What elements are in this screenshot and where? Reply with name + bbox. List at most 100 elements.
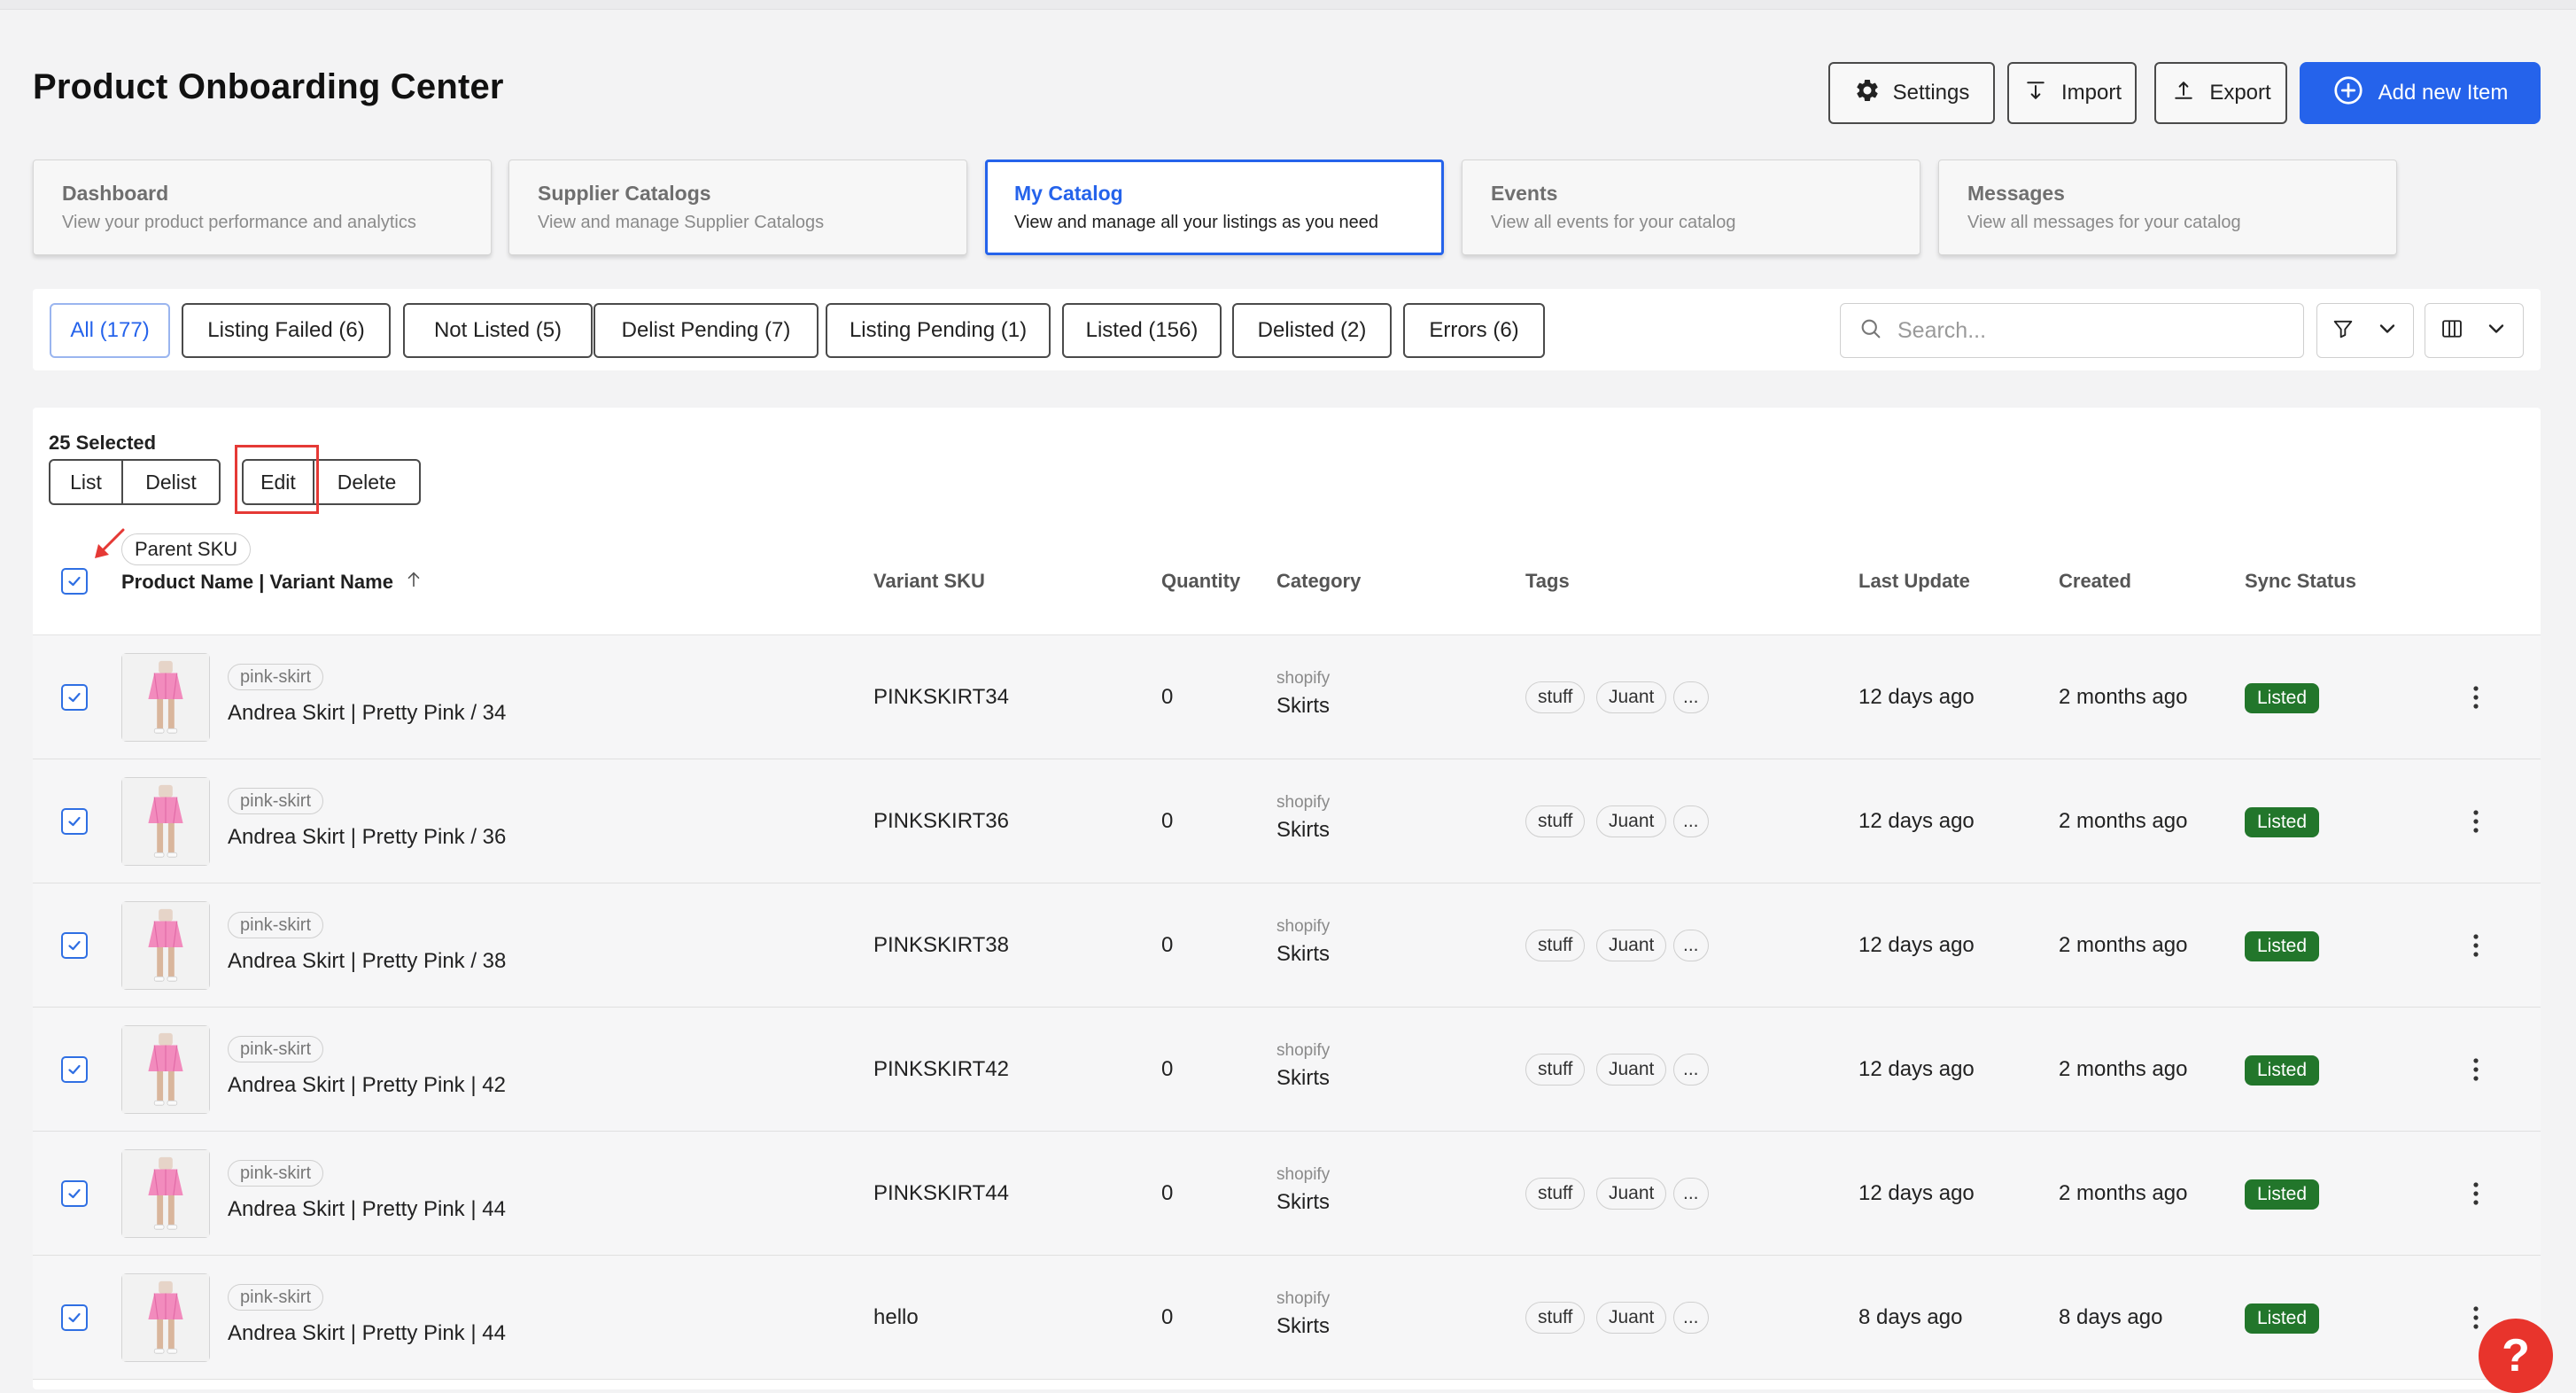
tag-more-chip[interactable]: ... — [1673, 1302, 1709, 1334]
column-header-quantity[interactable]: Quantity — [1161, 570, 1240, 593]
nav-card-dashboard[interactable]: Dashboard View your product performance … — [33, 160, 492, 255]
row-checkbox[interactable] — [61, 808, 88, 835]
row-checkbox[interactable] — [61, 684, 88, 711]
tag-chip[interactable]: stuff — [1525, 1054, 1586, 1086]
tag-chip[interactable]: Juant — [1596, 1054, 1667, 1086]
tag-chip[interactable]: Juant — [1596, 681, 1667, 713]
filter-all[interactable]: All (177) — [50, 303, 170, 358]
quantity: 0 — [1161, 1181, 1174, 1205]
nav-card-messages[interactable]: Messages View all messages for your cata… — [1938, 160, 2397, 255]
product-thumbnail[interactable] — [121, 1273, 210, 1362]
tag-more-chip[interactable]: ... — [1673, 805, 1709, 837]
table-row[interactable]: pink-skirt Andrea Skirt | Pretty Pink | … — [33, 1132, 2541, 1256]
row-checkbox[interactable] — [61, 1304, 88, 1331]
product-name[interactable]: Andrea Skirt | Pretty Pink | 44 — [228, 1321, 506, 1346]
column-header-sync-status[interactable]: Sync Status — [2245, 570, 2356, 593]
row-menu-button[interactable] — [2465, 1054, 2487, 1086]
row-checkbox[interactable] — [61, 932, 88, 959]
nav-card-supplier-catalogs[interactable]: Supplier Catalogs View and manage Suppli… — [508, 160, 967, 255]
tag-more-chip[interactable]: ... — [1673, 1178, 1709, 1210]
tag-more-chip[interactable]: ... — [1673, 1054, 1709, 1086]
row-menu-button[interactable] — [2465, 1178, 2487, 1210]
column-header-product[interactable]: Product Name | Variant Name — [121, 570, 423, 595]
product-name[interactable]: Andrea Skirt | Pretty Pink / 38 — [228, 949, 506, 974]
variant-sku: PINKSKIRT38 — [873, 933, 1009, 957]
tag-chip[interactable]: stuff — [1525, 1178, 1586, 1210]
chevron-down-icon — [2375, 316, 2400, 346]
table-row[interactable]: pink-skirt Andrea Skirt | Pretty Pink | … — [33, 1256, 2541, 1380]
row-checkbox[interactable] — [61, 1180, 88, 1207]
tag-chip[interactable]: Juant — [1596, 1302, 1667, 1334]
product-name[interactable]: Andrea Skirt | Pretty Pink / 34 — [228, 701, 506, 726]
row-menu-button[interactable] — [2465, 930, 2487, 961]
category-name: Skirts — [1276, 1066, 1330, 1090]
tag-more-chip[interactable]: ... — [1673, 930, 1709, 961]
column-header-tags[interactable]: Tags — [1525, 570, 1570, 593]
select-all-checkbox[interactable] — [61, 568, 88, 595]
table-row[interactable]: pink-skirt Andrea Skirt | Pretty Pink | … — [33, 1008, 2541, 1132]
nav-card-my-catalog[interactable]: My Catalog View and manage all your list… — [985, 160, 1444, 255]
tag-chip[interactable]: Juant — [1596, 1178, 1667, 1210]
bulk-list-button[interactable]: List — [49, 459, 123, 505]
product-name[interactable]: Andrea Skirt | Pretty Pink | 44 — [228, 1197, 506, 1222]
last-update: 12 days ago — [1858, 809, 1975, 833]
product-thumbnail[interactable] — [121, 901, 210, 990]
filter-listing-pending[interactable]: Listing Pending (1) — [826, 303, 1051, 358]
help-button[interactable]: ? — [2479, 1319, 2553, 1393]
filter-listed[interactable]: Listed (156) — [1062, 303, 1222, 358]
nav-card-events[interactable]: Events View all events for your catalog — [1462, 160, 1920, 255]
product-thumbnail[interactable] — [121, 777, 210, 866]
product-name[interactable]: Andrea Skirt | Pretty Pink | 42 — [228, 1073, 506, 1098]
table-row[interactable]: pink-skirt Andrea Skirt | Pretty Pink / … — [33, 759, 2541, 883]
tag-chip[interactable]: Juant — [1596, 805, 1667, 837]
nav-card-subtitle: View and manage all your listings as you… — [1014, 213, 1378, 232]
table-row[interactable]: pink-skirt Andrea Skirt | Pretty Pink / … — [33, 635, 2541, 759]
columns-dropdown-button[interactable] — [2425, 303, 2524, 358]
filter-dropdown-button[interactable] — [2316, 303, 2414, 358]
parent-sku-header[interactable]: Parent SKU — [121, 533, 252, 565]
add-new-item-label: Add new Item — [2378, 81, 2509, 105]
kebab-menu-icon — [2473, 810, 2479, 833]
selected-count: 25 Selected — [49, 432, 157, 454]
export-button[interactable]: Export — [2154, 62, 2287, 124]
filter-not-listed[interactable]: Not Listed (5) — [403, 303, 593, 358]
kebab-menu-icon — [2473, 1058, 2479, 1081]
column-header-created[interactable]: Created — [2059, 570, 2131, 593]
product-name[interactable]: Andrea Skirt | Pretty Pink / 36 — [228, 825, 506, 850]
table-row[interactable]: pink-skirt Andrea Skirt | Pretty Pink / … — [33, 883, 2541, 1008]
add-new-item-button[interactable]: Add new Item — [2300, 62, 2541, 124]
parent-sku-badge: pink-skirt — [228, 788, 324, 814]
filter-delisted[interactable]: Delisted (2) — [1232, 303, 1392, 358]
filter-errors[interactable]: Errors (6) — [1403, 303, 1545, 358]
tag-more-chip[interactable]: ... — [1673, 681, 1709, 713]
tag-chip[interactable]: stuff — [1525, 1302, 1586, 1334]
column-header-variant-sku[interactable]: Variant SKU — [873, 570, 985, 593]
row-menu-button[interactable] — [2465, 681, 2487, 713]
tag-chip[interactable]: stuff — [1525, 930, 1586, 961]
bulk-delist-button[interactable]: Delist — [121, 459, 221, 505]
settings-button[interactable]: Settings — [1828, 62, 1995, 124]
product-thumbnail[interactable] — [121, 1149, 210, 1238]
import-button[interactable]: Import — [2007, 62, 2137, 124]
search-input[interactable] — [1896, 316, 2289, 345]
check-icon — [68, 692, 81, 703]
product-thumbnail[interactable] — [121, 653, 210, 742]
row-checkbox[interactable] — [61, 1056, 88, 1083]
row-menu-button[interactable] — [2465, 1302, 2487, 1334]
tag-chip[interactable]: stuff — [1525, 681, 1586, 713]
variant-sku: PINKSKIRT36 — [873, 809, 1009, 833]
column-header-last-update[interactable]: Last Update — [1858, 570, 1970, 593]
filter-listing-failed[interactable]: Listing Failed (6) — [182, 303, 391, 358]
column-header-category[interactable]: Category — [1276, 570, 1361, 593]
product-thumbnail[interactable] — [121, 1025, 210, 1114]
status-badge: Listed — [2245, 683, 2319, 713]
check-icon — [68, 1064, 81, 1075]
parent-sku-badge: pink-skirt — [228, 1036, 324, 1062]
tag-chip[interactable]: stuff — [1525, 805, 1586, 837]
category-source: shopify — [1276, 793, 1331, 812]
tag-chip[interactable]: Juant — [1596, 930, 1667, 961]
filter-delist-pending[interactable]: Delist Pending (7) — [594, 303, 819, 358]
catalog-table: 25 Selected List Delist Edit Delete Pare… — [33, 408, 2541, 1389]
bulk-delete-button[interactable]: Delete — [313, 459, 421, 505]
row-menu-button[interactable] — [2465, 805, 2487, 837]
